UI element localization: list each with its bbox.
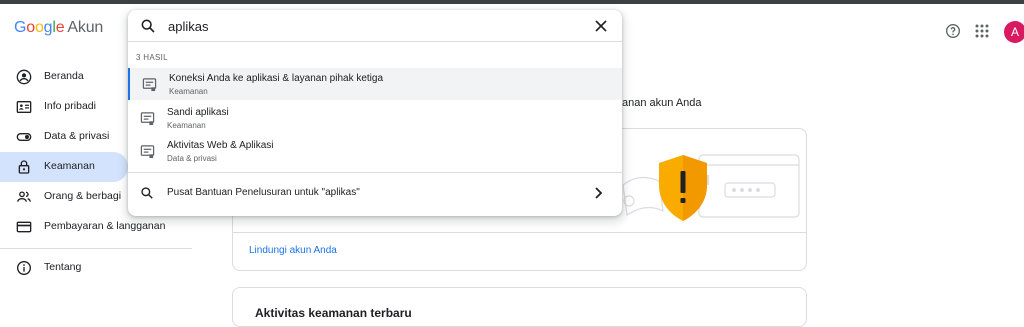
help-circle-icon[interactable] (945, 23, 961, 39)
search-result-category: Keamanan (167, 121, 206, 130)
logo-letter: e (55, 19, 65, 36)
recent-security-activity-card: Aktivitas keamanan terbaru (232, 287, 807, 327)
apps-grid-icon[interactable] (975, 24, 989, 38)
logo-letter: o (26, 19, 35, 36)
search-input[interactable] (168, 16, 568, 36)
search-result-category: Keamanan (169, 87, 208, 96)
search-result[interactable]: Koneksi Anda ke aplikasi & layanan pihak… (128, 68, 622, 100)
search-bar (128, 10, 622, 42)
search-icon (141, 19, 155, 33)
chevron-right-icon (595, 187, 603, 199)
search-result-category: Data & privasi (167, 154, 217, 163)
sidebar-item-label: Orang & berbagi (44, 190, 122, 202)
sidebar-item-label: Beranda (44, 70, 84, 82)
info-icon (17, 261, 31, 275)
sidebar-item-keamanan[interactable]: Keamanan (0, 152, 128, 182)
settings-doc-icon (140, 145, 155, 159)
sidebar-item-label: Tentang (44, 261, 82, 273)
search-result-title: Sandi aplikasi (167, 107, 229, 118)
sidebar-item-tentang[interactable]: Tentang (0, 253, 200, 283)
sidebar-divider (0, 248, 192, 249)
help-center-search-button[interactable]: Pusat Bantuan Penelusuran untuk "aplikas… (128, 177, 622, 209)
toggle-icon (16, 133, 32, 141)
search-result-title: Koneksi Anda ke aplikasi & layanan pihak… (169, 73, 384, 84)
settings-doc-icon (142, 78, 157, 92)
search-result[interactable]: Aktivitas Web & Aplikasi Data & privasi (128, 135, 622, 167)
credit-card-icon (16, 221, 32, 233)
search-result[interactable]: Sandi aplikasi Keamanan (128, 102, 622, 134)
protect-account-link[interactable]: Lindungi akun Anda (249, 245, 337, 256)
id-card-icon (16, 101, 32, 113)
card-title: Aktivitas keamanan terbaru (255, 306, 412, 320)
results-count: 3 HASIL (136, 53, 168, 62)
sidebar-item-pembayaran[interactable]: Pembayaran & langganan (0, 212, 200, 242)
search-result-title: Aktivitas Web & Aplikasi (167, 140, 274, 151)
logo-product-name: Akun (67, 19, 104, 36)
sidebar-item-label: Info pribadi (44, 100, 96, 112)
security-shield-illustration (622, 154, 800, 221)
sidebar-item-label: Data & privasi (44, 130, 110, 142)
search-dropdown: 3 HASIL Koneksi Anda ke aplikasi & layan… (128, 10, 622, 216)
lock-icon (18, 160, 30, 174)
logo-letter: G (14, 19, 27, 36)
settings-doc-icon (140, 112, 155, 126)
sidebar-item-label: Pembayaran & langganan (44, 220, 166, 232)
account-circle-icon (16, 69, 32, 85)
page-subtitle-fragment: anan akun Anda (622, 97, 702, 109)
search-icon (141, 187, 153, 199)
sidebar-item-label: Keamanan (44, 160, 95, 172)
card-divider (233, 232, 806, 233)
people-icon (17, 191, 31, 202)
close-icon[interactable] (594, 19, 608, 33)
results-divider (128, 172, 622, 173)
logo-letter: o (34, 19, 44, 36)
help-center-search-label: Pusat Bantuan Penelusuran untuk "aplikas… (167, 187, 360, 198)
avatar[interactable]: A (1004, 21, 1024, 43)
google-account-logo[interactable]: Google Akun (14, 19, 103, 37)
